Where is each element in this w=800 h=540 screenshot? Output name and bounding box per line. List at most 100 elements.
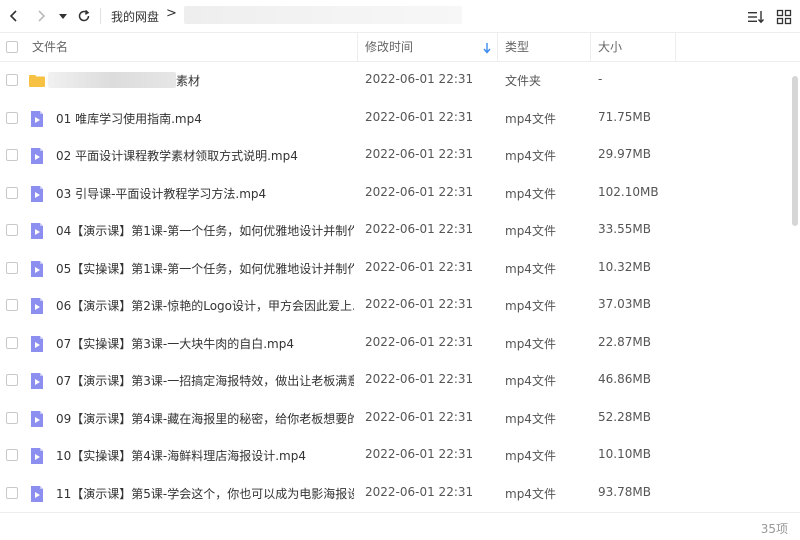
file-type: mp4文件: [505, 411, 556, 426]
file-modified-date: 2022-06-01 22:31: [365, 409, 474, 424]
column-header-type[interactable]: 类型: [505, 33, 529, 62]
table-row[interactable]: 09【演示课】第4课-藏在海报里的秘密，给你老板想要的... 2022-06-0…: [0, 400, 790, 437]
row-checkbox[interactable]: [6, 261, 18, 274]
row-checkbox[interactable]: [6, 111, 18, 124]
folder-icon: [29, 75, 45, 87]
file-modified-date: 2022-06-01 22:31: [365, 109, 474, 124]
breadcrumb-separator: >: [166, 6, 177, 21]
file-type: mp4文件: [505, 374, 556, 388]
table-row[interactable]: 07【实操课】第3课-一大块牛肉的自白.mp4 2022-06-01 22:31…: [0, 325, 790, 362]
file-name: 04【演示课】第1课-第一个任务，如何优雅地设计并制作...: [56, 224, 354, 238]
row-checkbox[interactable]: [6, 224, 18, 236]
file-type: mp4文件: [505, 111, 556, 126]
row-checkbox[interactable]: [6, 411, 18, 424]
video-file-icon: [31, 298, 43, 314]
column-divider: [357, 33, 358, 62]
file-type: mp4文件: [505, 149, 556, 163]
toolbar: 我的网盘 >: [0, 0, 800, 32]
file-type: mp4文件: [505, 261, 556, 276]
video-file-icon: [31, 148, 43, 164]
file-size: 71.75MB: [598, 109, 651, 124]
file-list: 素材 2022-06-01 22:31 文件夹 - 01 唯库学习使用指南.mp…: [0, 62, 790, 512]
forward-button[interactable]: [31, 6, 51, 26]
file-size: 37.03MB: [598, 297, 651, 311]
file-name: 07【实操课】第3课-一大块牛肉的自白.mp4: [56, 336, 294, 351]
file-size: 33.55MB: [598, 222, 651, 236]
grid-view-button[interactable]: [774, 7, 794, 27]
file-size: -: [598, 72, 603, 86]
video-file-icon: [31, 185, 43, 202]
table-row-folder[interactable]: 素材 2022-06-01 22:31 文件夹 -: [0, 62, 790, 99]
file-name: 06【演示课】第2课-惊艳的Logo设计，甲方会因此爱上...: [56, 299, 354, 313]
row-checkbox[interactable]: [6, 336, 18, 349]
chevron-right-icon: [38, 10, 46, 22]
vertical-scrollbar[interactable]: [790, 62, 800, 512]
file-name: 05【实操课】第1课-第一个任务，如何优雅地设计并制作...: [56, 261, 354, 276]
table-row[interactable]: 10【实操课】第4课-海鲜料理店海报设计.mp4 2022-06-01 22:3…: [0, 437, 790, 474]
video-file-icon: [31, 223, 43, 239]
table-row[interactable]: 02 平面设计课程教学素材领取方式说明.mp4 2022-06-01 22:31…: [0, 137, 790, 174]
grid-view-icon: [776, 9, 792, 25]
video-file-icon: [31, 110, 43, 127]
file-name: 07【演示课】第3课-一招搞定海报特效，做出让老板满意...: [56, 374, 354, 388]
refresh-button[interactable]: [74, 6, 94, 26]
file-modified-date: 2022-06-01 22:31: [365, 447, 474, 461]
row-checkbox[interactable]: [6, 449, 18, 461]
status-bar: 35项: [0, 512, 800, 540]
table-row[interactable]: 07【演示课】第3课-一招搞定海报特效，做出让老板满意... 2022-06-0…: [0, 362, 790, 399]
file-name: 素材: [176, 74, 201, 88]
table-row[interactable]: 11【演示课】第5课-学会这个，你也可以成为电影海报设... 2022-06-0…: [0, 475, 790, 512]
table-row[interactable]: 05【实操课】第1课-第一个任务，如何优雅地设计并制作... 2022-06-0…: [0, 250, 790, 287]
row-checkbox[interactable]: [6, 74, 18, 86]
sort-button[interactable]: [746, 7, 766, 27]
video-file-icon: [31, 373, 43, 389]
table-row[interactable]: 01 唯库学习使用指南.mp4 2022-06-01 22:31 mp4文件 7…: [0, 100, 790, 137]
table-row[interactable]: 03 引导课-平面设计教程学习方法.mp4 2022-06-01 22:31 m…: [0, 175, 790, 212]
row-checkbox[interactable]: [6, 149, 18, 161]
file-name: 03 引导课-平面设计教程学习方法.mp4: [56, 186, 267, 201]
file-modified-date: 2022-06-01 22:31: [365, 222, 474, 236]
sort-list-icon: [748, 11, 765, 24]
file-type: mp4文件: [505, 486, 556, 501]
file-name: 09【演示课】第4课-藏在海报里的秘密，给你老板想要的...: [56, 411, 354, 426]
history-dropdown-button[interactable]: [56, 6, 70, 26]
file-size: 22.87MB: [598, 334, 651, 349]
file-modified-date: 2022-06-01 22:31: [365, 334, 474, 349]
file-name: 02 平面设计课程教学素材领取方式说明.mp4: [56, 149, 298, 163]
file-modified-date: 2022-06-01 22:31: [365, 297, 474, 311]
row-checkbox[interactable]: [6, 374, 18, 386]
video-file-icon: [31, 485, 43, 502]
table-row[interactable]: 04【演示课】第1课-第一个任务，如何优雅地设计并制作... 2022-06-0…: [0, 212, 790, 249]
row-checkbox[interactable]: [6, 186, 18, 199]
video-file-icon: [31, 260, 43, 277]
back-button[interactable]: [4, 6, 24, 26]
item-count: 35项: [760, 522, 788, 536]
column-header-modified[interactable]: 修改时间: [365, 33, 413, 62]
file-size: 93.78MB: [598, 484, 651, 499]
video-file-icon: [31, 335, 43, 352]
file-type: mp4文件: [505, 186, 556, 201]
chevron-left-icon: [9, 10, 17, 22]
breadcrumb-root[interactable]: 我的网盘: [111, 8, 159, 25]
row-checkbox[interactable]: [6, 486, 18, 499]
file-name-redacted: [48, 72, 176, 88]
file-modified-date: 2022-06-01 22:31: [365, 184, 474, 199]
column-header-size[interactable]: 大小: [598, 33, 622, 62]
select-all-checkbox[interactable]: [6, 41, 18, 53]
scrollbar-thumb[interactable]: [792, 76, 798, 226]
video-file-icon: [31, 448, 43, 464]
file-modified-date: 2022-06-01 22:31: [365, 484, 474, 499]
table-row[interactable]: 06【演示课】第2课-惊艳的Logo设计，甲方会因此爱上... 2022-06-…: [0, 287, 790, 324]
column-divider: [590, 33, 591, 62]
column-header-name[interactable]: 文件名: [32, 33, 68, 62]
file-size: 102.10MB: [598, 184, 659, 199]
file-size: 10.10MB: [598, 447, 651, 461]
file-type: mp4文件: [505, 449, 556, 463]
file-name: 01 唯库学习使用指南.mp4: [56, 111, 202, 126]
file-size: 10.32MB: [598, 259, 651, 274]
row-checkbox[interactable]: [6, 299, 18, 311]
file-modified-date: 2022-06-01 22:31: [365, 259, 474, 274]
toolbar-divider: [100, 8, 101, 24]
breadcrumb-current-redacted[interactable]: [184, 6, 462, 24]
column-divider: [497, 33, 498, 62]
